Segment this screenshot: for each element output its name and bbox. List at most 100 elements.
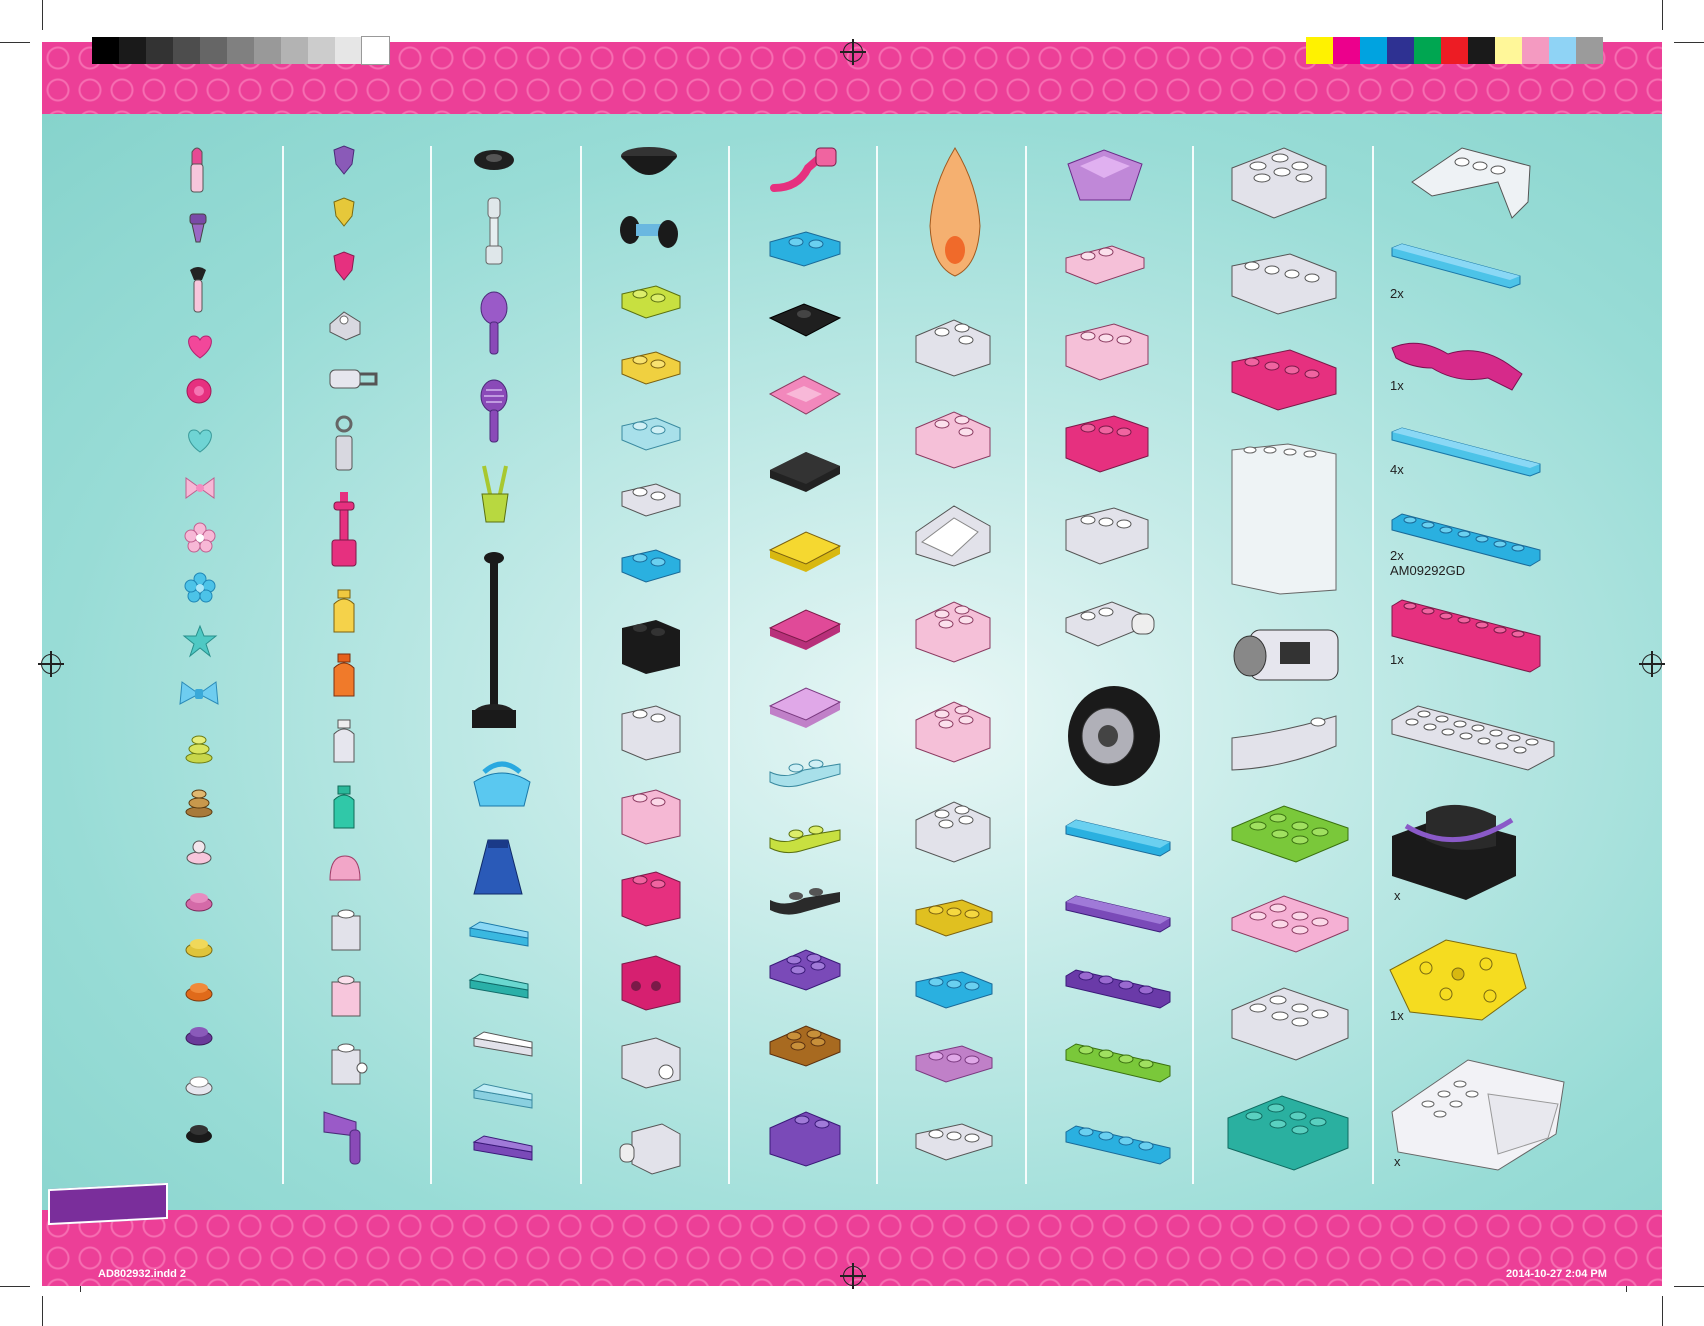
black-tile-2x2-piece — [770, 452, 840, 492]
blue-skirt-piece — [473, 839, 523, 895]
wheel-piece — [1068, 686, 1160, 786]
white-brick-1x3-piece — [1065, 507, 1149, 565]
gold-cake-piece — [185, 789, 213, 818]
side-stud-brick-piece — [331, 1043, 368, 1085]
white-bottle-piece — [333, 719, 355, 763]
color-swatch — [92, 37, 119, 64]
page-tab — [48, 1182, 168, 1226]
black-curved-plate-piece — [770, 888, 840, 915]
color-swatch — [1576, 37, 1603, 64]
orange-round-piece — [185, 983, 213, 1002]
clear-panel-piece — [1231, 443, 1337, 595]
pink-2x2-hollow-brick-piece — [915, 601, 991, 663]
pink-brick-1x3-piece — [1065, 323, 1149, 381]
white-plate-1x2-piece — [621, 483, 681, 517]
crop-mark — [1662, 0, 1663, 30]
color-swatch — [1441, 37, 1468, 64]
light-blue-tile-piece — [472, 1083, 533, 1109]
white-hood-piece — [1391, 1059, 1565, 1171]
purple-tile-piece — [472, 1135, 533, 1161]
column-divider — [1192, 146, 1194, 1184]
column-divider — [282, 146, 284, 1184]
lime-plate-1x4-piece — [1065, 1043, 1171, 1083]
gray-slope-piece — [329, 311, 361, 341]
clip-brick-piece — [619, 1123, 681, 1175]
color-swatch — [227, 37, 254, 64]
blue-flower-piece — [184, 572, 216, 603]
blue-tile-1x8-piece — [1391, 243, 1521, 289]
pink-stand-piece — [331, 492, 357, 567]
color-swatch — [361, 36, 390, 65]
pink-flower-piece — [184, 522, 216, 553]
blue-corner-plate-piece — [769, 231, 841, 267]
white-2x2-brick-piece — [915, 801, 991, 863]
blue-bag-piece — [473, 761, 531, 807]
white-round-piece — [185, 1076, 213, 1096]
black-pole-piece — [472, 552, 516, 728]
blue-plate-1x2-piece — [621, 549, 681, 583]
black-seat-piece — [1392, 804, 1516, 900]
blue-plate-1x8-piece — [1391, 513, 1541, 567]
orange-bottle-piece — [333, 653, 355, 697]
white-plate-2x8-piece — [1391, 705, 1555, 771]
white-brick-2x3-piece — [1231, 147, 1327, 219]
lime-plate-2x4-piece — [1231, 805, 1349, 863]
yellow-plate-1x2-piece — [621, 351, 681, 385]
magenta-brick-1x4-piece — [1231, 349, 1337, 411]
pink-corner-brick-piece — [915, 411, 991, 469]
crop-mark — [42, 0, 43, 30]
lime-plate-1x2-piece — [621, 285, 681, 319]
purple-round-piece — [185, 1027, 213, 1046]
teal-bottle-piece — [333, 785, 355, 829]
white-corner-brick-piece — [915, 319, 991, 377]
black-round-piece — [186, 1125, 212, 1143]
quantity-label: x — [1394, 1154, 1401, 1169]
column-divider — [1372, 146, 1374, 1184]
white-plate-1x3-piece — [915, 1123, 993, 1161]
quantity-label: 1x — [1390, 652, 1404, 667]
color-swatch — [1306, 37, 1333, 64]
color-swatch — [1495, 37, 1522, 64]
pink-flower-top-piece — [333, 251, 355, 281]
color-swatch — [200, 37, 227, 64]
white-brick-1x4-piece — [1231, 253, 1337, 315]
crop-mark — [0, 1286, 30, 1287]
pink-slope-plate-piece — [1065, 245, 1145, 285]
purple-brush-piece — [480, 379, 508, 443]
pink-cupcake-piece — [186, 840, 212, 865]
grayscale-swatch-bar — [92, 36, 390, 65]
file-slug: AD802932.indd 2 — [98, 1268, 187, 1280]
lavender-tile-2x2-piece — [768, 687, 842, 728]
white-brick-1x2-piece — [621, 705, 681, 761]
teal-tile-piece — [468, 973, 529, 999]
magenta-brick-1x8-piece — [1391, 599, 1541, 673]
pink-decorated-tile-piece — [768, 375, 842, 415]
lime-curved-plate-piece — [769, 825, 841, 854]
color-swatch — [254, 37, 281, 64]
pink-brick-1x2-piece — [621, 789, 681, 845]
lipstick-piece — [190, 147, 204, 193]
purple-plate-1x4-piece — [1065, 969, 1171, 1009]
column-divider — [430, 146, 432, 1184]
yellow-flower-top-piece — [333, 197, 355, 227]
white-brick-2x4-piece — [1231, 987, 1349, 1061]
hook-piece — [335, 415, 353, 471]
pink-arm-piece — [770, 147, 837, 192]
blue-plate-1x4-piece — [1065, 1125, 1171, 1165]
lime-antenna-piece — [481, 465, 509, 523]
lavender-plate-1x3-piece — [915, 1045, 993, 1083]
black-brick-1x2-piece — [622, 620, 680, 674]
magenta-fender-piece — [1391, 342, 1523, 391]
purple-mirror-piece — [480, 291, 508, 355]
teal-heart-piece — [188, 429, 212, 453]
column-divider — [580, 146, 582, 1184]
black-dish-piece — [474, 150, 514, 170]
blue-tile-piece — [468, 921, 529, 947]
yellow-tile-2x2-piece — [768, 531, 842, 572]
crop-mark — [1662, 1296, 1663, 1326]
windshield-piece — [1411, 147, 1531, 219]
clear-post-piece — [485, 197, 503, 265]
pink-1x1-brick-piece — [331, 975, 361, 1017]
quantity-label: 2x — [1390, 548, 1404, 563]
purple-plate-2x2-piece — [769, 949, 841, 991]
